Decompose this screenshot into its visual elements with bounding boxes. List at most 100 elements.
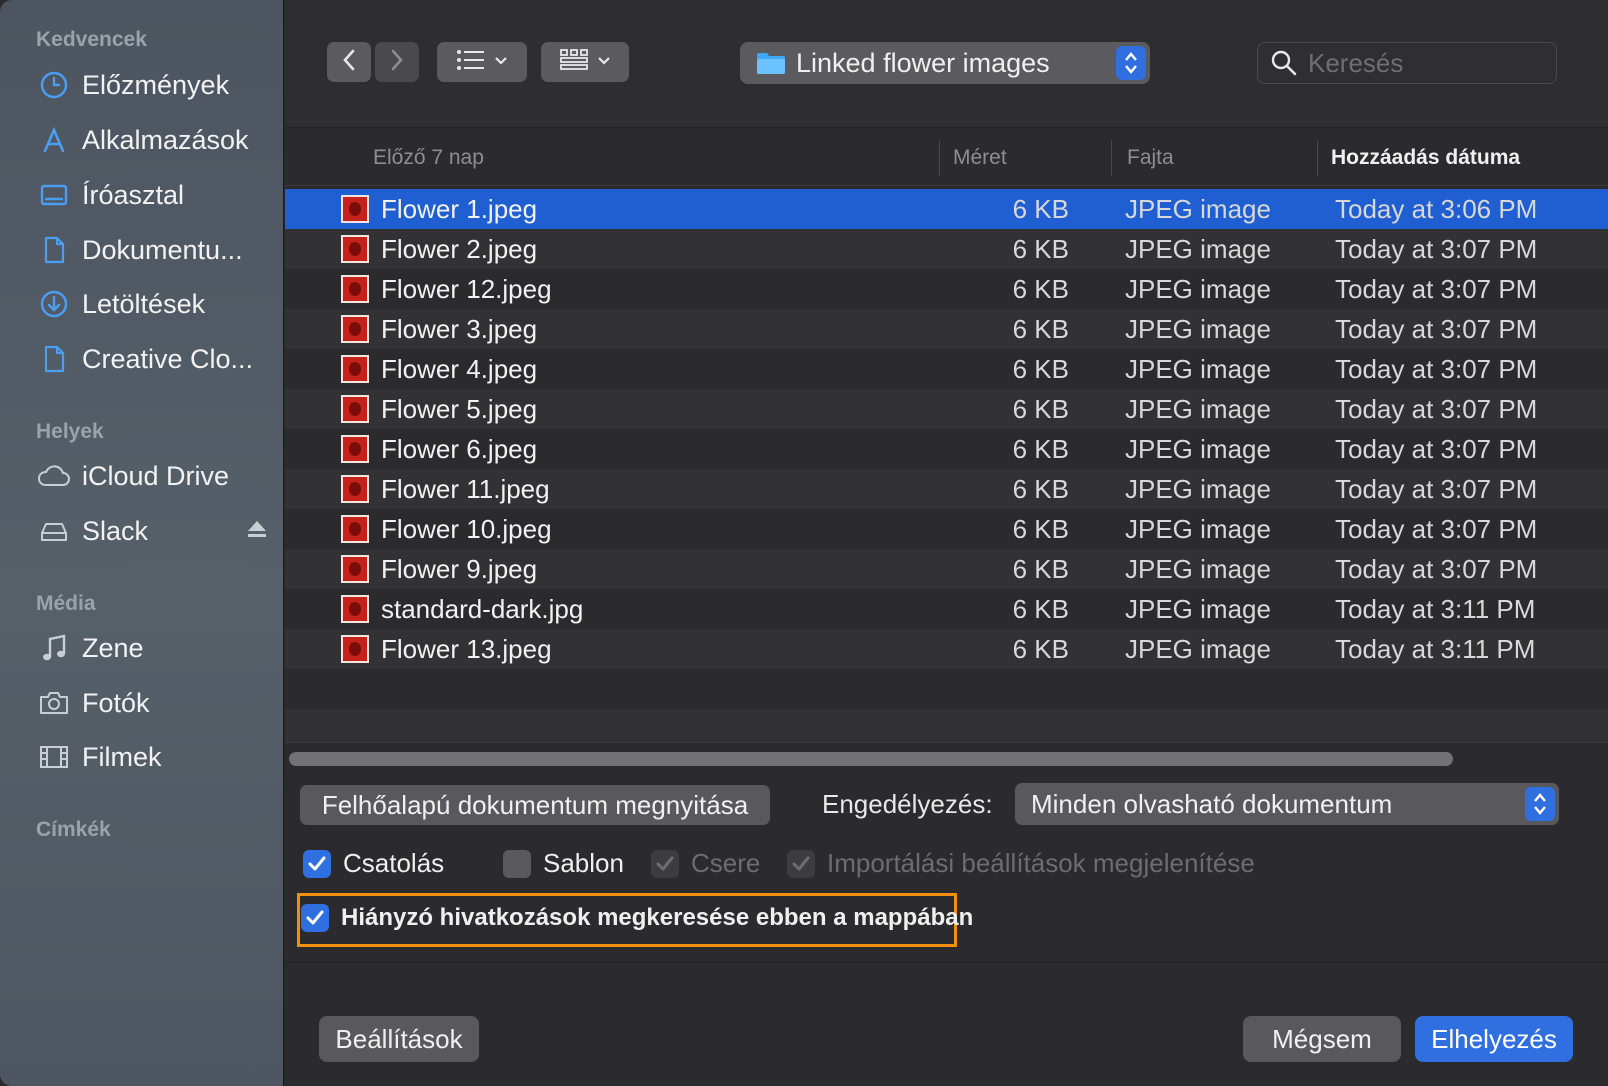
table-row[interactable]: Flower 12.jpeg 6 KB JPEG image Today at …	[285, 269, 1608, 309]
file-name: Flower 12.jpeg	[381, 273, 552, 304]
table-row[interactable]: Flower 5.jpeg 6 KB JPEG image Today at 3…	[285, 389, 1608, 429]
eject-icon[interactable]	[246, 518, 268, 545]
column-header-size[interactable]: Méret	[953, 130, 1007, 186]
sidebar-item-slack[interactable]: Slack	[36, 508, 268, 554]
horizontal-scrollbar[interactable]	[285, 742, 1608, 772]
image-thumbnail-icon	[341, 475, 369, 503]
sidebar-item-documents[interactable]: Dokumentu...	[36, 227, 268, 273]
sidebar-item-label: Creative Clo...	[82, 343, 254, 374]
drive-icon	[36, 513, 72, 549]
checkbox-label: Hiányzó hivatkozások megkeresése ebben a…	[341, 904, 974, 931]
cancel-button[interactable]: Mégsem	[1243, 1016, 1401, 1062]
camera-icon	[36, 685, 72, 721]
table-row[interactable]: Flower 9.jpeg 6 KB JPEG image Today at 3…	[285, 549, 1608, 589]
sidebar-item-desktop[interactable]: Íróasztal	[36, 172, 268, 218]
file-size: 6 KB	[1012, 393, 1069, 424]
image-thumbnail-icon	[341, 435, 369, 463]
table-row[interactable]: Flower 1.jpeg 6 KB JPEG image Today at 3…	[285, 189, 1608, 229]
sidebar-section-media: Média	[36, 592, 96, 615]
image-thumbnail-icon	[341, 595, 369, 623]
table-header: Előző 7 nap Méret Fajta Hozzáadás dátuma	[285, 130, 1608, 186]
location-popup[interactable]: Linked flower images	[740, 42, 1150, 84]
checkbox-label: Sablon	[543, 848, 624, 878]
file-name: standard-dark.jpg	[381, 593, 584, 624]
file-size: 6 KB	[1012, 433, 1069, 464]
template-checkbox[interactable]: Sablon	[503, 848, 624, 879]
replace-checkbox: Csere	[651, 848, 760, 879]
sidebar-item-icloud-drive[interactable]: iCloud Drive	[36, 453, 268, 499]
sidebar-item-label: Dokumentu...	[82, 234, 243, 265]
checkmark-icon	[301, 904, 329, 932]
file-date: Today at 3:07 PM	[1335, 473, 1538, 504]
column-header-date-added[interactable]: Hozzáadás dátuma	[1331, 130, 1520, 186]
stepper-icon	[1116, 46, 1146, 80]
table-row[interactable]: standard-dark.jpg 6 KB JPEG image Today …	[285, 589, 1608, 629]
file-name: Flower 13.jpeg	[381, 633, 552, 664]
search-field[interactable]: Keresés	[1257, 42, 1557, 84]
sidebar-item-label: Letöltések	[82, 288, 206, 319]
sidebar-item-creative-cloud[interactable]: Creative Clo...	[36, 336, 268, 382]
sidebar-section-locations: Helyek	[36, 420, 104, 443]
permission-select[interactable]: Minden olvasható dokumentum	[1015, 783, 1559, 825]
chevron-left-icon	[341, 48, 357, 77]
sidebar-item-downloads[interactable]: Letöltések	[36, 281, 268, 327]
file-name: Flower 3.jpeg	[381, 313, 538, 344]
sidebar-item-label: Íróasztal	[82, 179, 185, 210]
table-row[interactable]: Flower 13.jpeg 6 KB JPEG image Today at …	[285, 629, 1608, 669]
sidebar-item-movies[interactable]: Filmek	[36, 734, 268, 780]
settings-button[interactable]: Beállítások	[319, 1016, 479, 1062]
stepper-icon	[1525, 787, 1555, 821]
column-header-kind[interactable]: Fajta	[1127, 130, 1174, 186]
file-date: Today at 3:07 PM	[1335, 233, 1538, 264]
file-name: Flower 4.jpeg	[381, 353, 538, 384]
scrollbar-thumb[interactable]	[289, 752, 1453, 766]
sidebar-item-label: Slack	[82, 515, 149, 546]
sidebar-item-label: Filmek	[82, 741, 162, 772]
sidebar-item-music[interactable]: Zene	[36, 625, 268, 671]
search-input[interactable]: Keresés	[1308, 48, 1403, 79]
link-checkbox[interactable]: Csatolás	[303, 848, 444, 879]
location-title: Linked flower images	[796, 47, 1050, 78]
column-divider[interactable]	[1317, 140, 1318, 176]
file-date: Today at 3:07 PM	[1335, 353, 1538, 384]
file-date: Today at 3:07 PM	[1335, 433, 1538, 464]
file-name: Flower 2.jpeg	[381, 233, 538, 264]
file-kind: JPEG image	[1125, 353, 1271, 384]
file-kind: JPEG image	[1125, 273, 1271, 304]
open-cloud-document-button[interactable]: Felhőalapú dokumentum megnyitása	[300, 785, 770, 825]
file-date: Today at 3:07 PM	[1335, 313, 1538, 344]
music-note-icon	[36, 630, 72, 666]
checkbox-label: Csere	[691, 848, 761, 878]
column-divider[interactable]	[939, 140, 940, 176]
place-button[interactable]: Elhelyezés	[1415, 1016, 1573, 1062]
checkbox-label: Csatolás	[343, 848, 445, 878]
image-thumbnail-icon	[341, 555, 369, 583]
sidebar-item-label: Alkalmazások	[82, 124, 249, 155]
sidebar-item-applications[interactable]: Alkalmazások	[36, 117, 268, 163]
file-size: 6 KB	[1012, 633, 1069, 664]
sidebar-item-recents[interactable]: Előzmények	[36, 62, 268, 108]
group-view-button[interactable]	[541, 42, 629, 82]
table-row[interactable]: Flower 2.jpeg 6 KB JPEG image Today at 3…	[285, 229, 1608, 269]
file-size: 6 KB	[1012, 473, 1069, 504]
table-row[interactable]: Flower 6.jpeg 6 KB JPEG image Today at 3…	[285, 429, 1608, 469]
column-divider[interactable]	[1111, 140, 1112, 176]
file-browser: Linked flower images Keresés Előző 7 nap…	[285, 0, 1608, 1086]
table-row[interactable]: Flower 3.jpeg 6 KB JPEG image Today at 3…	[285, 309, 1608, 349]
column-header-name[interactable]: Előző 7 nap	[373, 130, 484, 186]
folder-icon	[756, 51, 786, 75]
image-thumbnail-icon	[341, 275, 369, 303]
table-row[interactable]: Flower 11.jpeg 6 KB JPEG image Today at …	[285, 469, 1608, 509]
sidebar-item-label: Előzmények	[82, 69, 230, 100]
sidebar-item-photos[interactable]: Fotók	[36, 680, 268, 726]
image-thumbnail-icon	[341, 395, 369, 423]
search-missing-links-checkbox[interactable]: Hiányzó hivatkozások megkeresése ebben a…	[301, 904, 973, 932]
list-view-button[interactable]	[437, 42, 527, 82]
forward-button[interactable]	[375, 42, 419, 82]
back-button[interactable]	[327, 42, 371, 82]
file-name: Flower 11.jpeg	[381, 473, 550, 504]
checkbox-label: Importálási beállítások megjelenítése	[827, 848, 1255, 878]
table-row[interactable]: Flower 4.jpeg 6 KB JPEG image Today at 3…	[285, 349, 1608, 389]
file-date: Today at 3:07 PM	[1335, 513, 1538, 544]
table-row[interactable]: Flower 10.jpeg 6 KB JPEG image Today at …	[285, 509, 1608, 549]
